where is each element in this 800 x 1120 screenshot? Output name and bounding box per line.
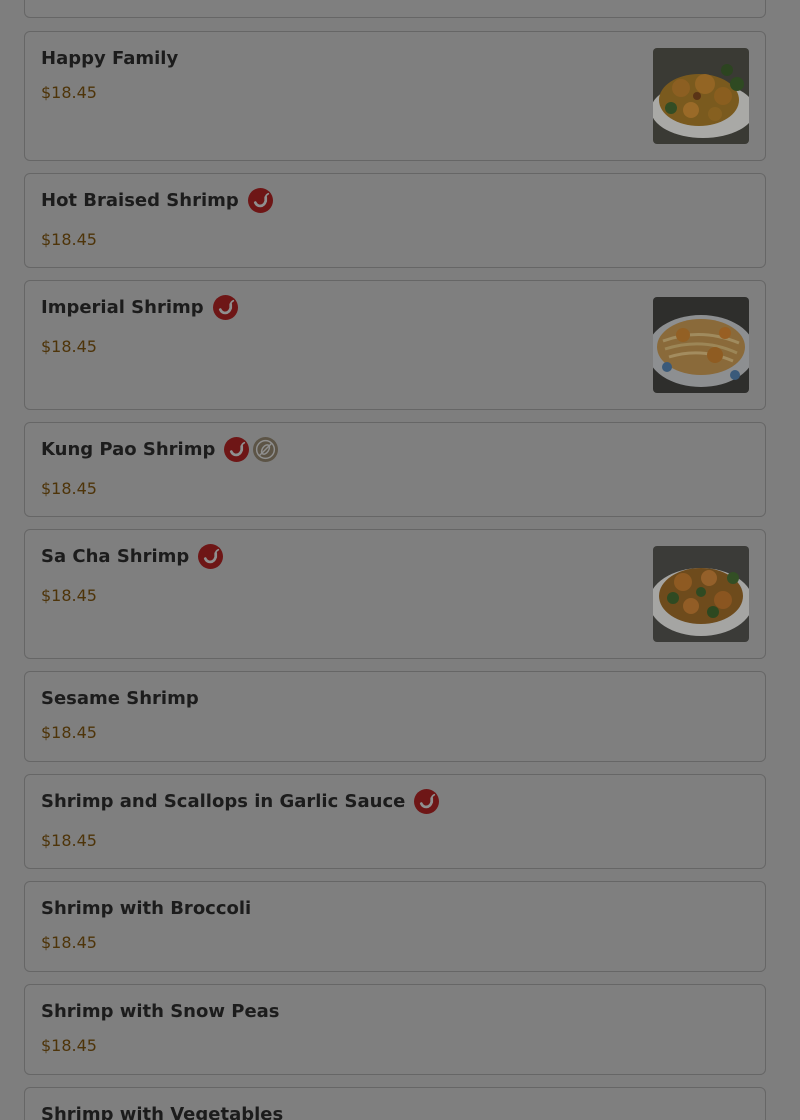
menu-item-name: Kung Pao Shrimp — [41, 438, 216, 460]
menu-item-title-row: Sa Cha Shrimp — [41, 542, 224, 570]
dietary-badges — [247, 187, 273, 213]
menu-item-card[interactable]: Imperial Shrimp $18.45 — [24, 280, 766, 410]
menu-item-title-row: Hot Braised Shrimp — [41, 186, 273, 214]
menu-item-price: $18.45 — [41, 933, 97, 952]
chili-pepper-icon — [212, 294, 238, 320]
menu-item-card[interactable]: Shrimp and Scallops in Garlic Sauce $18.… — [24, 774, 766, 869]
menu-item-card[interactable]: Sesame Shrimp $18.45 — [24, 671, 766, 762]
menu-item-title-row: Shrimp and Scallops in Garlic Sauce — [41, 787, 440, 815]
menu-item-title-row: Imperial Shrimp — [41, 293, 238, 321]
menu-item-price: $18.45 — [41, 230, 97, 249]
chili-pepper-icon — [247, 187, 273, 213]
dish-photo-icon[interactable] — [653, 546, 749, 642]
menu-item-price: $18.45 — [41, 479, 97, 498]
menu-item-title-row: Shrimp with Broccoli — [41, 894, 251, 922]
menu-item-card[interactable]: Sa Cha Shrimp $18.45 — [24, 529, 766, 659]
menu-item-name: Sesame Shrimp — [41, 687, 199, 709]
menu-item-title-row: Shrimp with Vegetables — [41, 1100, 283, 1120]
menu-item-name: Happy Family — [41, 47, 179, 69]
menu-item-price: $18.45 — [41, 586, 97, 605]
dietary-badges — [414, 788, 440, 814]
dietary-badges — [198, 543, 224, 569]
menu-item-card[interactable]: Happy Family $18.45 — [24, 31, 766, 161]
menu-item-price: $18.45 — [41, 1036, 97, 1055]
chili-pepper-icon — [198, 543, 224, 569]
menu-item-name: Shrimp and Scallops in Garlic Sauce — [41, 790, 406, 812]
menu-item-name: Shrimp with Snow Peas — [41, 1000, 280, 1022]
dietary-badges — [212, 294, 238, 320]
menu-item-card[interactable]: Kung Pao Shrimp $18.45 — [24, 422, 766, 517]
menu-item-price: $18.45 — [41, 831, 97, 850]
chili-pepper-icon — [224, 436, 250, 462]
menu-item-list: Happy Family $18.45 Hot Braised Shrimp $… — [0, 0, 800, 1120]
peanut-allergen-icon — [253, 436, 279, 462]
menu-item-name: Shrimp with Vegetables — [41, 1103, 284, 1120]
menu-item-name: Shrimp with Broccoli — [41, 897, 252, 919]
menu-item-card[interactable]: Hot Braised Shrimp $18.45 — [24, 173, 766, 268]
menu-item-title-row: Kung Pao Shrimp — [41, 435, 279, 463]
menu-item-name: Hot Braised Shrimp — [41, 189, 239, 211]
menu-item-card[interactable] — [24, 0, 766, 18]
menu-item-card[interactable]: Shrimp with Snow Peas $18.45 — [24, 984, 766, 1075]
dietary-badges — [224, 436, 279, 462]
menu-item-name: Imperial Shrimp — [41, 296, 204, 318]
menu-item-price: $18.45 — [41, 723, 97, 742]
dish-photo-icon[interactable] — [653, 297, 749, 393]
chili-pepper-icon — [414, 788, 440, 814]
menu-item-card[interactable]: Shrimp with Broccoli $18.45 — [24, 881, 766, 972]
menu-item-name: Sa Cha Shrimp — [41, 545, 190, 567]
menu-item-price: $18.45 — [41, 83, 97, 102]
menu-item-price: $18.45 — [41, 337, 97, 356]
menu-item-card[interactable]: Shrimp with Vegetables — [24, 1087, 766, 1120]
menu-item-title-row: Happy Family — [41, 44, 178, 72]
dish-photo-icon[interactable] — [653, 48, 749, 144]
menu-item-title-row: Shrimp with Snow Peas — [41, 997, 280, 1025]
menu-item-title-row: Sesame Shrimp — [41, 684, 199, 712]
